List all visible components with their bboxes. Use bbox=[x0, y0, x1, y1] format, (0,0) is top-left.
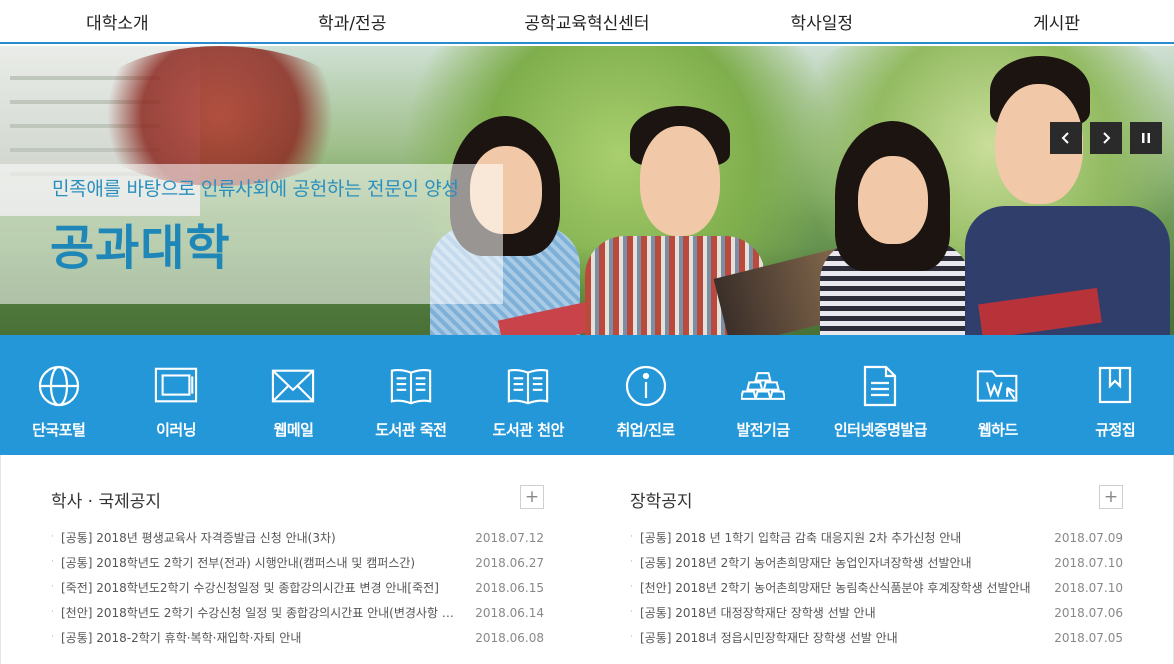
hero-title: 공과대학 bbox=[50, 220, 231, 276]
chevron-right-icon bbox=[1103, 132, 1111, 144]
chevron-left-icon bbox=[1061, 132, 1069, 144]
notice-date: 2018.06.27 bbox=[475, 555, 544, 570]
quick-link-label: 규정집 bbox=[1095, 421, 1136, 439]
hero-banner: 민족애를 바탕으로 인류사회에 공헌하는 전문인 양성 공과대학 bbox=[0, 46, 1174, 335]
notice-subject: [공통] 2018년 평생교육사 자격증발급 신청 안내(3차) bbox=[61, 531, 336, 545]
student-figure bbox=[820, 121, 970, 335]
pause-icon bbox=[1142, 133, 1150, 143]
nav-item-about[interactable]: 대학소개 bbox=[0, 0, 235, 42]
notice-subject: [공통] 2018학년도 2학기 전부(전과) 시행안내(캠퍼스내 및 캠퍼스간… bbox=[61, 556, 416, 570]
bullet-icon: · bbox=[630, 532, 633, 542]
quick-link-portal[interactable]: 단국포털 bbox=[0, 335, 117, 455]
quick-link-label: 이러닝 bbox=[156, 421, 197, 439]
globe-icon bbox=[37, 365, 81, 407]
bullet-icon: · bbox=[630, 632, 633, 642]
quick-link-label: 인터넷증명발급 bbox=[833, 421, 928, 439]
slider-next-button[interactable] bbox=[1090, 122, 1122, 154]
scholarship-notice-board: 장학공지 + · [공통] 2018 년 1학기 입학금 감축 대응지원 2차 추… bbox=[630, 455, 1123, 650]
notice-subject: [공통] 2018-2학기 휴학·복학·재입학·자퇴 안내 bbox=[61, 631, 302, 645]
quick-link-label: 도서관 천안 bbox=[492, 421, 565, 439]
list-item[interactable]: · [천안] 2018년 2학기 농어촌희망재단 농림축산식품분야 후계장학생 선… bbox=[630, 575, 1123, 600]
notice-date: 2018.07.12 bbox=[475, 530, 544, 545]
bookmark-icon bbox=[1093, 365, 1137, 407]
folder-w-icon bbox=[976, 365, 1020, 407]
quick-link-label: 웹하드 bbox=[977, 421, 1018, 439]
student-figure bbox=[965, 56, 1170, 335]
notice-subject: [공통] 2018년 대정장학재단 장학생 선발 안내 bbox=[640, 606, 876, 620]
list-item[interactable]: · [공통] 2018-2학기 휴학·복학·재입학·자퇴 안내 2018.06.08 bbox=[51, 625, 544, 650]
notice-subject: [공통] 2018녀 정읍시민장학재단 장학생 선발 안내 bbox=[640, 631, 898, 645]
open-book-icon bbox=[506, 365, 550, 407]
list-item[interactable]: · [공통] 2018녀 정읍시민장학재단 장학생 선발 안내 2018.07.05 bbox=[630, 625, 1123, 650]
notice-date: 2018.07.10 bbox=[1054, 555, 1123, 570]
document-icon bbox=[858, 365, 902, 407]
board-title: 학사 · 국제공지 bbox=[51, 492, 162, 512]
bullet-icon: · bbox=[51, 607, 54, 617]
notice-list: · [공통] 2018 년 1학기 입학금 감축 대응지원 2차 추가신청 안내 2… bbox=[630, 525, 1123, 650]
more-button[interactable]: + bbox=[520, 485, 544, 509]
list-item[interactable]: · [천안] 2018학년도 2학기 수강신청 일정 및 종합강의시간표 안내(변… bbox=[51, 600, 544, 625]
quick-link-label: 발전기금 bbox=[736, 421, 790, 439]
nav-item-academic-calendar[interactable]: 학사일정 bbox=[704, 0, 939, 42]
top-nav: 대학소개 학과/전공 공학교육혁신센터 학사일정 게시판 bbox=[0, 0, 1174, 44]
hero-slogan: 민족애를 바탕으로 인류사회에 공헌하는 전문인 양성 bbox=[52, 178, 459, 200]
bullet-icon: · bbox=[630, 607, 633, 617]
list-item[interactable]: · [죽전] 2018학년도2학기 수강신청일정 및 종합강의시간표 변경 안내[… bbox=[51, 575, 544, 600]
notice-date: 2018.06.15 bbox=[475, 580, 544, 595]
envelope-icon bbox=[271, 365, 315, 407]
board-title: 장학공지 bbox=[630, 492, 693, 512]
bullet-icon: · bbox=[51, 557, 54, 567]
more-button[interactable]: + bbox=[1099, 485, 1123, 509]
academic-notice-board: 학사 · 국제공지 + · [공통] 2018년 평생교육사 자격증발급 신청 안… bbox=[51, 455, 544, 650]
list-item[interactable]: · [공통] 2018년 대정장학재단 장학생 선발 안내 2018.07.06 bbox=[630, 600, 1123, 625]
notice-date: 2018.07.09 bbox=[1054, 530, 1123, 545]
nav-item-board[interactable]: 게시판 bbox=[939, 0, 1174, 42]
bullet-icon: · bbox=[630, 557, 633, 567]
quick-link-label: 도서관 죽전 bbox=[375, 421, 447, 439]
bullet-icon: · bbox=[51, 532, 54, 542]
quick-links-bar: 단국포털 이러닝 웹메일 도서관 죽전 도서관 천안 취업/진로 발전기금 인터… bbox=[0, 335, 1174, 455]
notice-subject: [공통] 2018 년 1학기 입학금 감축 대응지원 2차 추가신청 안내 bbox=[640, 531, 962, 545]
gold-bars-icon bbox=[741, 365, 786, 407]
list-item[interactable]: · [공통] 2018학년도 2학기 전부(전과) 시행안내(캠퍼스내 및 캠퍼스… bbox=[51, 550, 544, 575]
bullet-icon: · bbox=[51, 582, 54, 592]
notice-subject: [죽전] 2018학년도2학기 수강신청일정 및 종합강의시간표 변경 안내[죽… bbox=[61, 581, 439, 595]
quick-link-development-fund[interactable]: 발전기금 bbox=[704, 335, 821, 455]
list-item[interactable]: · [공통] 2018년 2학기 농어촌희망재단 농업인자녀장학생 선발안내 201… bbox=[630, 550, 1123, 575]
nav-item-departments[interactable]: 학과/전공 bbox=[235, 0, 470, 42]
nav-item-innovation-center[interactable]: 공학교육혁신센터 bbox=[470, 0, 705, 42]
quick-link-webmail[interactable]: 웹메일 bbox=[235, 335, 352, 455]
quick-link-certificate[interactable]: 인터넷증명발급 bbox=[822, 335, 939, 455]
quick-link-career[interactable]: 취업/진로 bbox=[587, 335, 704, 455]
notice-subject: [공통] 2018년 2학기 농어촌희망재단 농업인자녀장학생 선발안내 bbox=[640, 556, 972, 570]
notice-date: 2018.06.14 bbox=[475, 605, 544, 620]
quick-link-library-jukjeon[interactable]: 도서관 죽전 bbox=[352, 335, 469, 455]
info-icon bbox=[624, 365, 668, 407]
notice-date: 2018.07.10 bbox=[1054, 580, 1123, 595]
notice-date: 2018.07.06 bbox=[1054, 605, 1123, 620]
slider-prev-button[interactable] bbox=[1050, 122, 1082, 154]
quick-link-label: 취업/진로 bbox=[616, 421, 676, 439]
quick-link-regulations[interactable]: 규정집 bbox=[1057, 335, 1174, 455]
notice-date: 2018.07.05 bbox=[1054, 630, 1123, 645]
quick-link-label: 단국포털 bbox=[32, 421, 86, 439]
quick-link-webhard[interactable]: 웹하드 bbox=[939, 335, 1056, 455]
notice-date: 2018.06.08 bbox=[475, 630, 544, 645]
bullet-icon: · bbox=[630, 582, 633, 592]
list-item[interactable]: · [공통] 2018년 평생교육사 자격증발급 신청 안내(3차) 2018.07… bbox=[51, 525, 544, 550]
quick-link-library-cheonan[interactable]: 도서관 천안 bbox=[470, 335, 587, 455]
notice-subject: [천안] 2018년 2학기 농어촌희망재단 농림축산식품분야 후계장학생 선발… bbox=[640, 581, 1031, 595]
quick-link-label: 웹메일 bbox=[273, 421, 314, 439]
list-item[interactable]: · [공통] 2018 년 1학기 입학금 감축 대응지원 2차 추가신청 안내 2… bbox=[630, 525, 1123, 550]
open-book-icon bbox=[389, 365, 433, 407]
monitor-icon bbox=[154, 365, 198, 407]
slider-pause-button[interactable] bbox=[1130, 122, 1162, 154]
quick-link-elearning[interactable]: 이러닝 bbox=[117, 335, 234, 455]
notice-subject: [천안] 2018학년도 2학기 수강신청 일정 및 종합강의시간표 안내(변경… bbox=[61, 606, 454, 620]
notice-section: 학사 · 국제공지 + · [공통] 2018년 평생교육사 자격증발급 신청 안… bbox=[0, 455, 1174, 664]
notice-list: · [공통] 2018년 평생교육사 자격증발급 신청 안내(3차) 2018.07… bbox=[51, 525, 544, 650]
bullet-icon: · bbox=[51, 632, 54, 642]
